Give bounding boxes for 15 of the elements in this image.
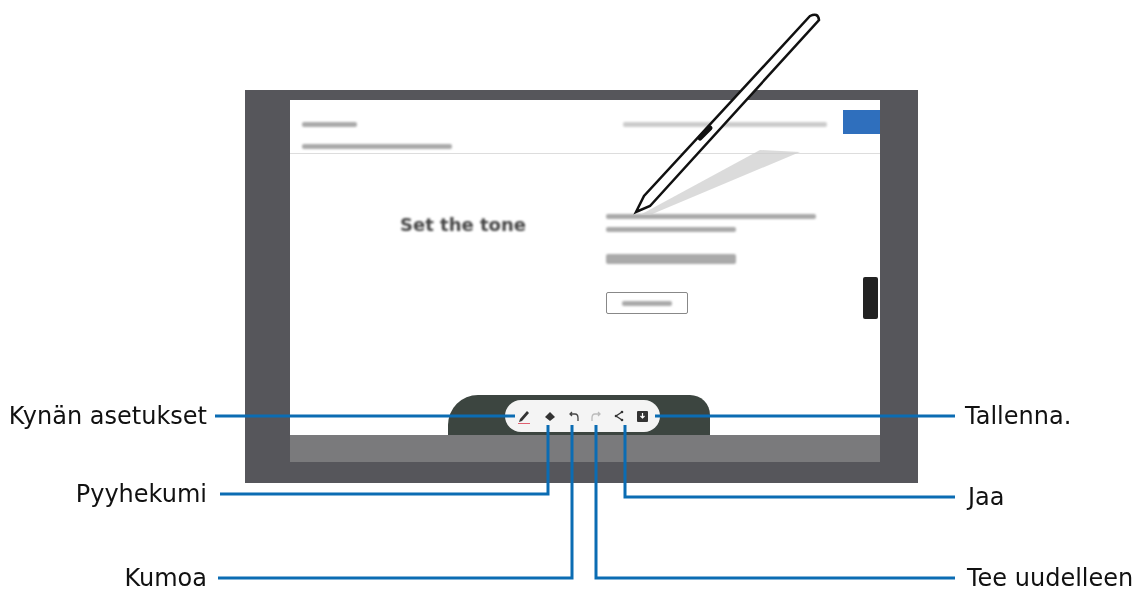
callout-label: Kynän asetukset <box>8 403 207 429</box>
undo-button[interactable] <box>568 410 579 422</box>
callout-label: Pyyhekumi <box>75 481 207 507</box>
blurred-text <box>302 121 358 127</box>
header-button[interactable] <box>842 110 880 134</box>
share-button[interactable] <box>613 410 624 422</box>
callout-label: Tallenna. <box>965 403 1072 429</box>
eraser-button[interactable] <box>544 410 556 422</box>
callout-label: Jaa <box>968 484 1005 510</box>
pen-button[interactable] <box>517 408 532 424</box>
callout-label: Tee uudelleen <box>967 565 1134 591</box>
page-heading: Set the tone <box>400 214 526 235</box>
save-button[interactable] <box>636 410 648 422</box>
callout-label: Kumoa <box>124 565 207 591</box>
outlined-button[interactable] <box>605 292 688 314</box>
